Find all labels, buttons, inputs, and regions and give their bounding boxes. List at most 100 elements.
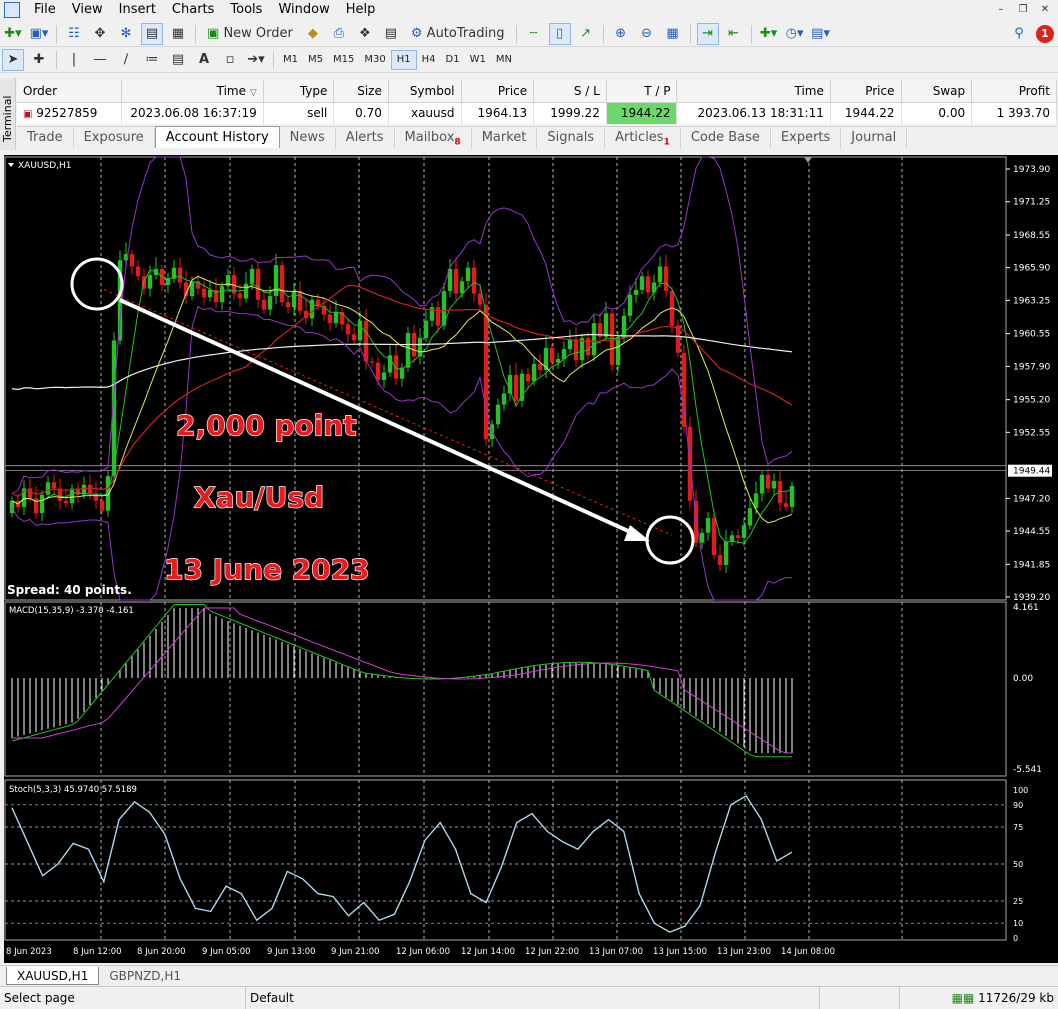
autoscroll-icon[interactable]: ⇥ — [696, 22, 719, 45]
price-tick-label: 1971.25 — [1013, 198, 1050, 208]
candle-body — [435, 307, 441, 326]
horizontal-line-icon[interactable]: — — [89, 49, 111, 71]
menu-window[interactable]: Window — [270, 0, 337, 20]
tile-windows-icon[interactable]: ▦ — [662, 23, 684, 45]
vps-icon[interactable]: ▤ — [380, 23, 402, 45]
new-chart-icon[interactable]: ✚▾ — [2, 23, 24, 45]
col-price[interactable]: Price — [461, 80, 535, 103]
col-swap[interactable]: Swap — [901, 80, 973, 103]
profiles-icon[interactable]: ▣▾ — [28, 23, 50, 45]
col-close-price[interactable]: Price — [830, 80, 902, 103]
tab-market[interactable]: Market — [472, 128, 538, 148]
cell-tp: 1944.22 — [606, 102, 678, 124]
price-tick-label: 1952.55 — [1013, 428, 1050, 438]
menu-charts[interactable]: Charts — [164, 0, 223, 20]
chart-shift-icon[interactable]: ⇤ — [723, 23, 745, 45]
search-icon[interactable]: ⚲ — [1008, 23, 1030, 45]
restore-icon[interactable]: ❐ — [1014, 2, 1032, 17]
candle-body — [273, 265, 279, 297]
col-open-time[interactable]: Time ▽ — [121, 80, 264, 103]
candle-chart-icon[interactable]: ▯ — [548, 22, 571, 45]
candle-body — [63, 500, 69, 504]
crosshair-icon[interactable]: ✚ — [28, 49, 50, 71]
timeframe-w1[interactable]: W1 — [465, 50, 491, 70]
price-tick-label: 1960.55 — [1013, 330, 1050, 340]
timeframe-d1[interactable]: D1 — [441, 50, 465, 70]
tab-experts[interactable]: Experts — [771, 128, 842, 148]
candle-body — [135, 266, 141, 277]
zoom-in-icon[interactable]: ⊕ — [610, 23, 632, 45]
tab-account-history[interactable]: Account History — [154, 126, 280, 148]
tab-news[interactable]: News — [280, 128, 336, 148]
terminal-side-label[interactable]: Terminal — [0, 78, 16, 150]
minimize-icon[interactable]: – — [992, 2, 1010, 17]
col-profit[interactable]: Profit — [971, 80, 1057, 103]
tab-exposure[interactable]: Exposure — [74, 128, 155, 148]
price-chart[interactable]: 1973.90 1971.25 1968.55 1965.90 1963.25 1960.… — [4, 155, 1058, 963]
terminal-toggle-icon[interactable]: ▤ — [141, 22, 163, 45]
timeframe-h1[interactable]: H1 — [390, 49, 417, 70]
trendline-icon[interactable]: ∕ — [115, 49, 137, 71]
table-row[interactable]: ▣ 92527859 2023.06.08 16:37:19 sell 0.70… — [17, 102, 1057, 124]
label-icon[interactable]: ▫ — [219, 49, 241, 71]
col-symbol[interactable]: Symbol — [388, 80, 462, 103]
timeframe-m15[interactable]: M15 — [328, 50, 359, 70]
col-size[interactable]: Size — [333, 80, 389, 103]
autotrading-button[interactable]: ⚙ AutoTrading — [406, 23, 510, 45]
menu-help[interactable]: Help — [338, 0, 384, 20]
annotation-text: Xau/Usd — [194, 481, 324, 514]
tab-mailbox[interactable]: Mailbox8 — [395, 128, 472, 148]
tab-signals[interactable]: Signals — [537, 128, 606, 148]
metaeditor-icon[interactable]: ◆ — [302, 23, 324, 45]
bar-chart-icon[interactable]: ┄ — [523, 23, 545, 45]
timeframe-m30[interactable]: M30 — [359, 50, 390, 70]
periods-icon[interactable]: ◷▾ — [784, 23, 806, 45]
vertical-line-icon[interactable]: | — [63, 49, 85, 71]
print-icon[interactable]: ⎙ — [328, 23, 350, 45]
col-type[interactable]: Type — [263, 80, 335, 103]
timeframe-h4[interactable]: H4 — [417, 50, 441, 70]
signal-icon[interactable]: ❖ — [354, 23, 376, 45]
templates-icon[interactable]: ▤▾ — [810, 23, 832, 45]
zoom-out-icon[interactable]: ⊖ — [636, 23, 658, 45]
tab-code-base[interactable]: Code Base — [681, 128, 771, 148]
col-sl[interactable]: S / L — [533, 80, 607, 103]
market-watch-icon[interactable]: ☷ — [63, 23, 85, 45]
crosshair-nav-icon[interactable]: ✥ — [89, 23, 111, 45]
timeframe-mn[interactable]: MN — [491, 50, 517, 70]
stoch-pane-frame — [4, 779, 1007, 941]
tab-articles[interactable]: Articles1 — [605, 128, 681, 148]
menu-view[interactable]: View — [64, 0, 111, 20]
arrows-icon[interactable]: ➔▾ — [245, 49, 267, 71]
candle-body — [363, 320, 369, 362]
timeframe-m5[interactable]: M5 — [303, 50, 328, 70]
menu-file[interactable]: File — [26, 0, 64, 20]
cell-profit: 1 393.70 — [971, 102, 1057, 124]
close-icon[interactable]: ✕ — [1036, 2, 1054, 17]
price-tick-label: 1955.20 — [1013, 396, 1050, 406]
tab-trade[interactable]: Trade — [17, 128, 74, 148]
menu-insert[interactable]: Insert — [111, 0, 164, 20]
navigator-icon[interactable]: ✻ — [115, 23, 137, 45]
notifications-button[interactable]: 1 — [1034, 23, 1056, 45]
line-chart-icon[interactable]: ↗ — [575, 23, 597, 45]
text-icon[interactable]: A — [193, 49, 215, 71]
col-order[interactable]: Order — [17, 80, 123, 103]
chart-tab-xauusd[interactable]: XAUUSD,H1 — [6, 967, 100, 985]
menu-tools[interactable]: Tools — [222, 0, 270, 20]
new-order-button[interactable]: ▣ New Order — [202, 23, 298, 45]
time-tick-label: 12 Jun 14:00 — [461, 947, 515, 957]
chart-tab-gbpnzd[interactable]: GBPNZD,H1 — [99, 967, 191, 985]
fibonacci-icon[interactable]: ▤ — [167, 49, 189, 71]
col-close-time[interactable]: Time — [676, 80, 831, 103]
strategy-tester-icon[interactable]: ▦ — [167, 23, 189, 45]
tab-journal[interactable]: Journal — [841, 128, 908, 148]
channel-icon[interactable]: ≔ — [141, 49, 163, 71]
col-tp[interactable]: T / P — [606, 80, 678, 103]
indicators-icon[interactable]: ✚▾ — [758, 23, 780, 45]
timeframe-m1[interactable]: M1 — [278, 50, 303, 70]
annotation-text: 2,000 point — [176, 409, 357, 442]
cursor-icon[interactable]: ➤ — [2, 48, 24, 71]
tab-alerts[interactable]: Alerts — [336, 128, 395, 148]
chart-window[interactable]: 1973.90 1971.25 1968.55 1965.90 1963.25 1960.… — [4, 155, 1058, 963]
